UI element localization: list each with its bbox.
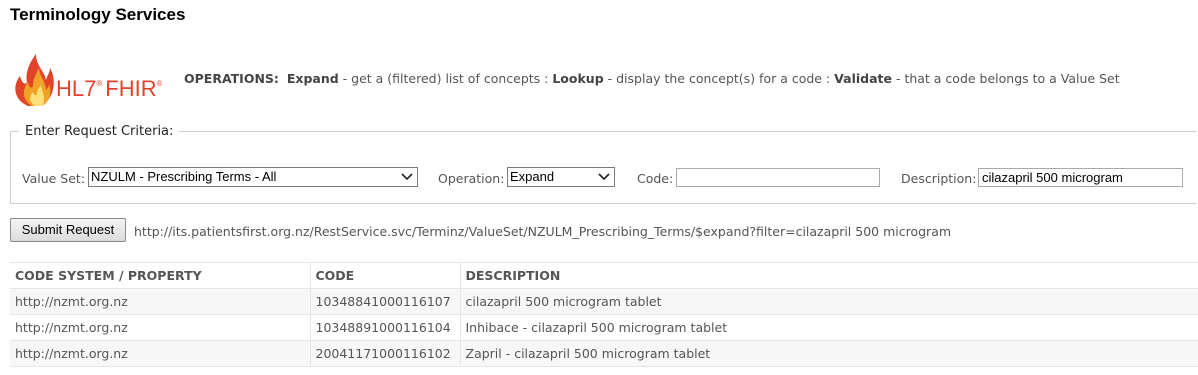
chevron-down-icon — [598, 173, 610, 181]
operations-heading: OPERATIONS: — [184, 71, 279, 86]
operation-label: Operation: — [438, 171, 505, 186]
criteria-legend: Enter Request Criteria: — [25, 124, 174, 139]
lookup-label: Lookup — [552, 71, 604, 86]
submit-request-button[interactable]: Submit Request — [10, 218, 126, 242]
request-url: http://its.patientsfirst.org.nz/RestServ… — [134, 224, 952, 239]
cell-code-system: http://nzmt.org.nz — [10, 314, 311, 341]
results-header-row: CODE SYSTEM / PROPERTY CODE DESCRIPTION — [10, 262, 1198, 289]
expand-label: Expand — [286, 71, 339, 86]
logo-hl7-text: HL7 — [56, 76, 96, 101]
value-set-select[interactable]: NZULM - Prescribing Terms - All — [88, 167, 418, 187]
page-title: Terminology Services — [10, 5, 186, 24]
column-header-code: CODE — [310, 262, 461, 289]
logo-reg-mark: ® — [96, 79, 102, 88]
description-input[interactable]: cilazapril 500 microgram — [978, 168, 1183, 187]
cell-code: 20041171000116102 — [310, 340, 461, 367]
validate-label: Validate — [834, 71, 892, 86]
cell-description: Inhibace - cilazapril 500 microgram tabl… — [460, 314, 1198, 341]
chevron-down-icon — [401, 173, 413, 181]
table-row[interactable]: http://nzmt.org.nz 10348841000116107 cil… — [10, 288, 1198, 315]
value-set-selected: NZULM - Prescribing Terms - All — [91, 169, 277, 184]
validate-description: - that a code belongs to a Value Set — [891, 71, 1120, 86]
cell-description: Zapril - cilazapril 500 microgram tablet — [460, 340, 1198, 367]
table-row[interactable]: http://nzmt.org.nz 10348891000116104 Inh… — [10, 314, 1198, 341]
operation-selected: Expand — [510, 169, 555, 184]
logo-reg-mark-2: ® — [157, 79, 162, 88]
cell-code-system: http://nzmt.org.nz — [10, 340, 311, 367]
request-criteria-fieldset: Enter Request Criteria: — [10, 124, 1196, 204]
table-row[interactable]: http://nzmt.org.nz 20041171000116102 Zap… — [10, 340, 1198, 367]
cell-code-system: http://nzmt.org.nz — [10, 288, 311, 315]
logo-fhir-text: FHIR — [105, 76, 156, 101]
results-table: CODE SYSTEM / PROPERTY CODE DESCRIPTION … — [10, 262, 1198, 367]
lookup-description: - display the concept(s) for a code : — [603, 71, 835, 86]
value-set-label: Value Set: — [22, 171, 86, 186]
operations-description: OPERATIONS: Expand - get a (filtered) li… — [184, 71, 1184, 86]
cell-description: cilazapril 500 microgram tablet — [460, 288, 1198, 315]
hl7-fhir-logo: HL7® FHIR® — [12, 52, 163, 108]
description-label: Description: — [901, 171, 977, 186]
cell-code: 10348841000116107 — [310, 288, 461, 315]
expand-description: - get a (filtered) list of concepts : — [338, 71, 553, 86]
flame-icon — [15, 54, 54, 106]
svg-text:HL7®FHIR®: HL7® FHIR® — [56, 76, 162, 101]
code-input[interactable] — [676, 168, 880, 187]
column-header-description: DESCRIPTION — [460, 262, 1198, 289]
column-header-code-system: CODE SYSTEM / PROPERTY — [10, 262, 311, 289]
code-label: Code: — [637, 171, 674, 186]
operation-select[interactable]: Expand — [507, 167, 615, 187]
cell-code: 10348891000116104 — [310, 314, 461, 341]
